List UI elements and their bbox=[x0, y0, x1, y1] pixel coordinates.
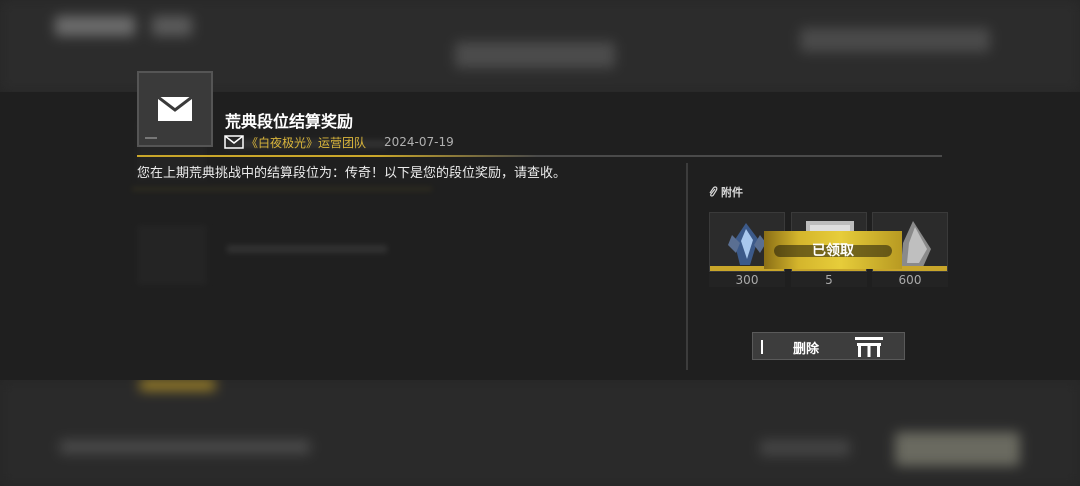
background-gold-accent bbox=[140, 380, 215, 390]
mail-body: 您在上期荒典挑战中的结算段位为：传奇！以下是您的段位奖励，请查收。 bbox=[137, 166, 567, 181]
claimed-overlay: 已领取 bbox=[764, 231, 902, 269]
ghost-item-box bbox=[137, 225, 207, 285]
trash-icon bbox=[855, 337, 883, 357]
mail-sender-row: 《白夜极光》运营团队 2024-07-19 bbox=[224, 133, 454, 151]
header-divider-gold-accent bbox=[137, 155, 537, 157]
background-footer-primary-button-blur bbox=[895, 432, 1020, 466]
attachments-header: 附件 bbox=[708, 184, 743, 200]
paperclip-icon bbox=[709, 186, 718, 197]
ghost-item-underline bbox=[132, 188, 432, 190]
ghost-item-line bbox=[227, 245, 387, 253]
background-subtitle-blur bbox=[152, 16, 192, 36]
mail-title: 荒典段位结算奖励 bbox=[225, 112, 354, 131]
background-footer-button-blur bbox=[760, 440, 850, 456]
mail-date: 2024-07-19 bbox=[384, 135, 454, 149]
attachment-quantity: 5 bbox=[791, 273, 867, 287]
attachment-quantity: 600 bbox=[872, 273, 948, 287]
background-tab-blur bbox=[455, 42, 615, 68]
mail-envelope-icon-box bbox=[137, 71, 213, 147]
delete-button[interactable]: 删除 bbox=[752, 332, 905, 360]
mail-screen: 荒典段位结算奖励 《白夜极光》运营团队 2024-07-19 您在上期荒典挑战中… bbox=[0, 0, 1080, 486]
delete-button-label: 删除 bbox=[793, 342, 820, 357]
delete-button-accent-bar bbox=[761, 340, 763, 354]
mail-sender: 《白夜极光》运营团队 bbox=[246, 135, 367, 150]
attachments-label: 附件 bbox=[721, 186, 743, 199]
claimed-label: 已领取 bbox=[812, 243, 854, 259]
envelope-icon bbox=[157, 96, 193, 121]
attachment-quantity: 300 bbox=[709, 273, 785, 287]
small-envelope-icon bbox=[224, 135, 244, 149]
content-vertical-separator bbox=[686, 163, 688, 370]
mail-box-corner-mark bbox=[145, 137, 157, 139]
background-footer-text-blur bbox=[60, 440, 310, 454]
ghost-list-item bbox=[132, 215, 432, 295]
background-right-blur bbox=[800, 28, 990, 52]
background-title-blur bbox=[55, 16, 135, 36]
